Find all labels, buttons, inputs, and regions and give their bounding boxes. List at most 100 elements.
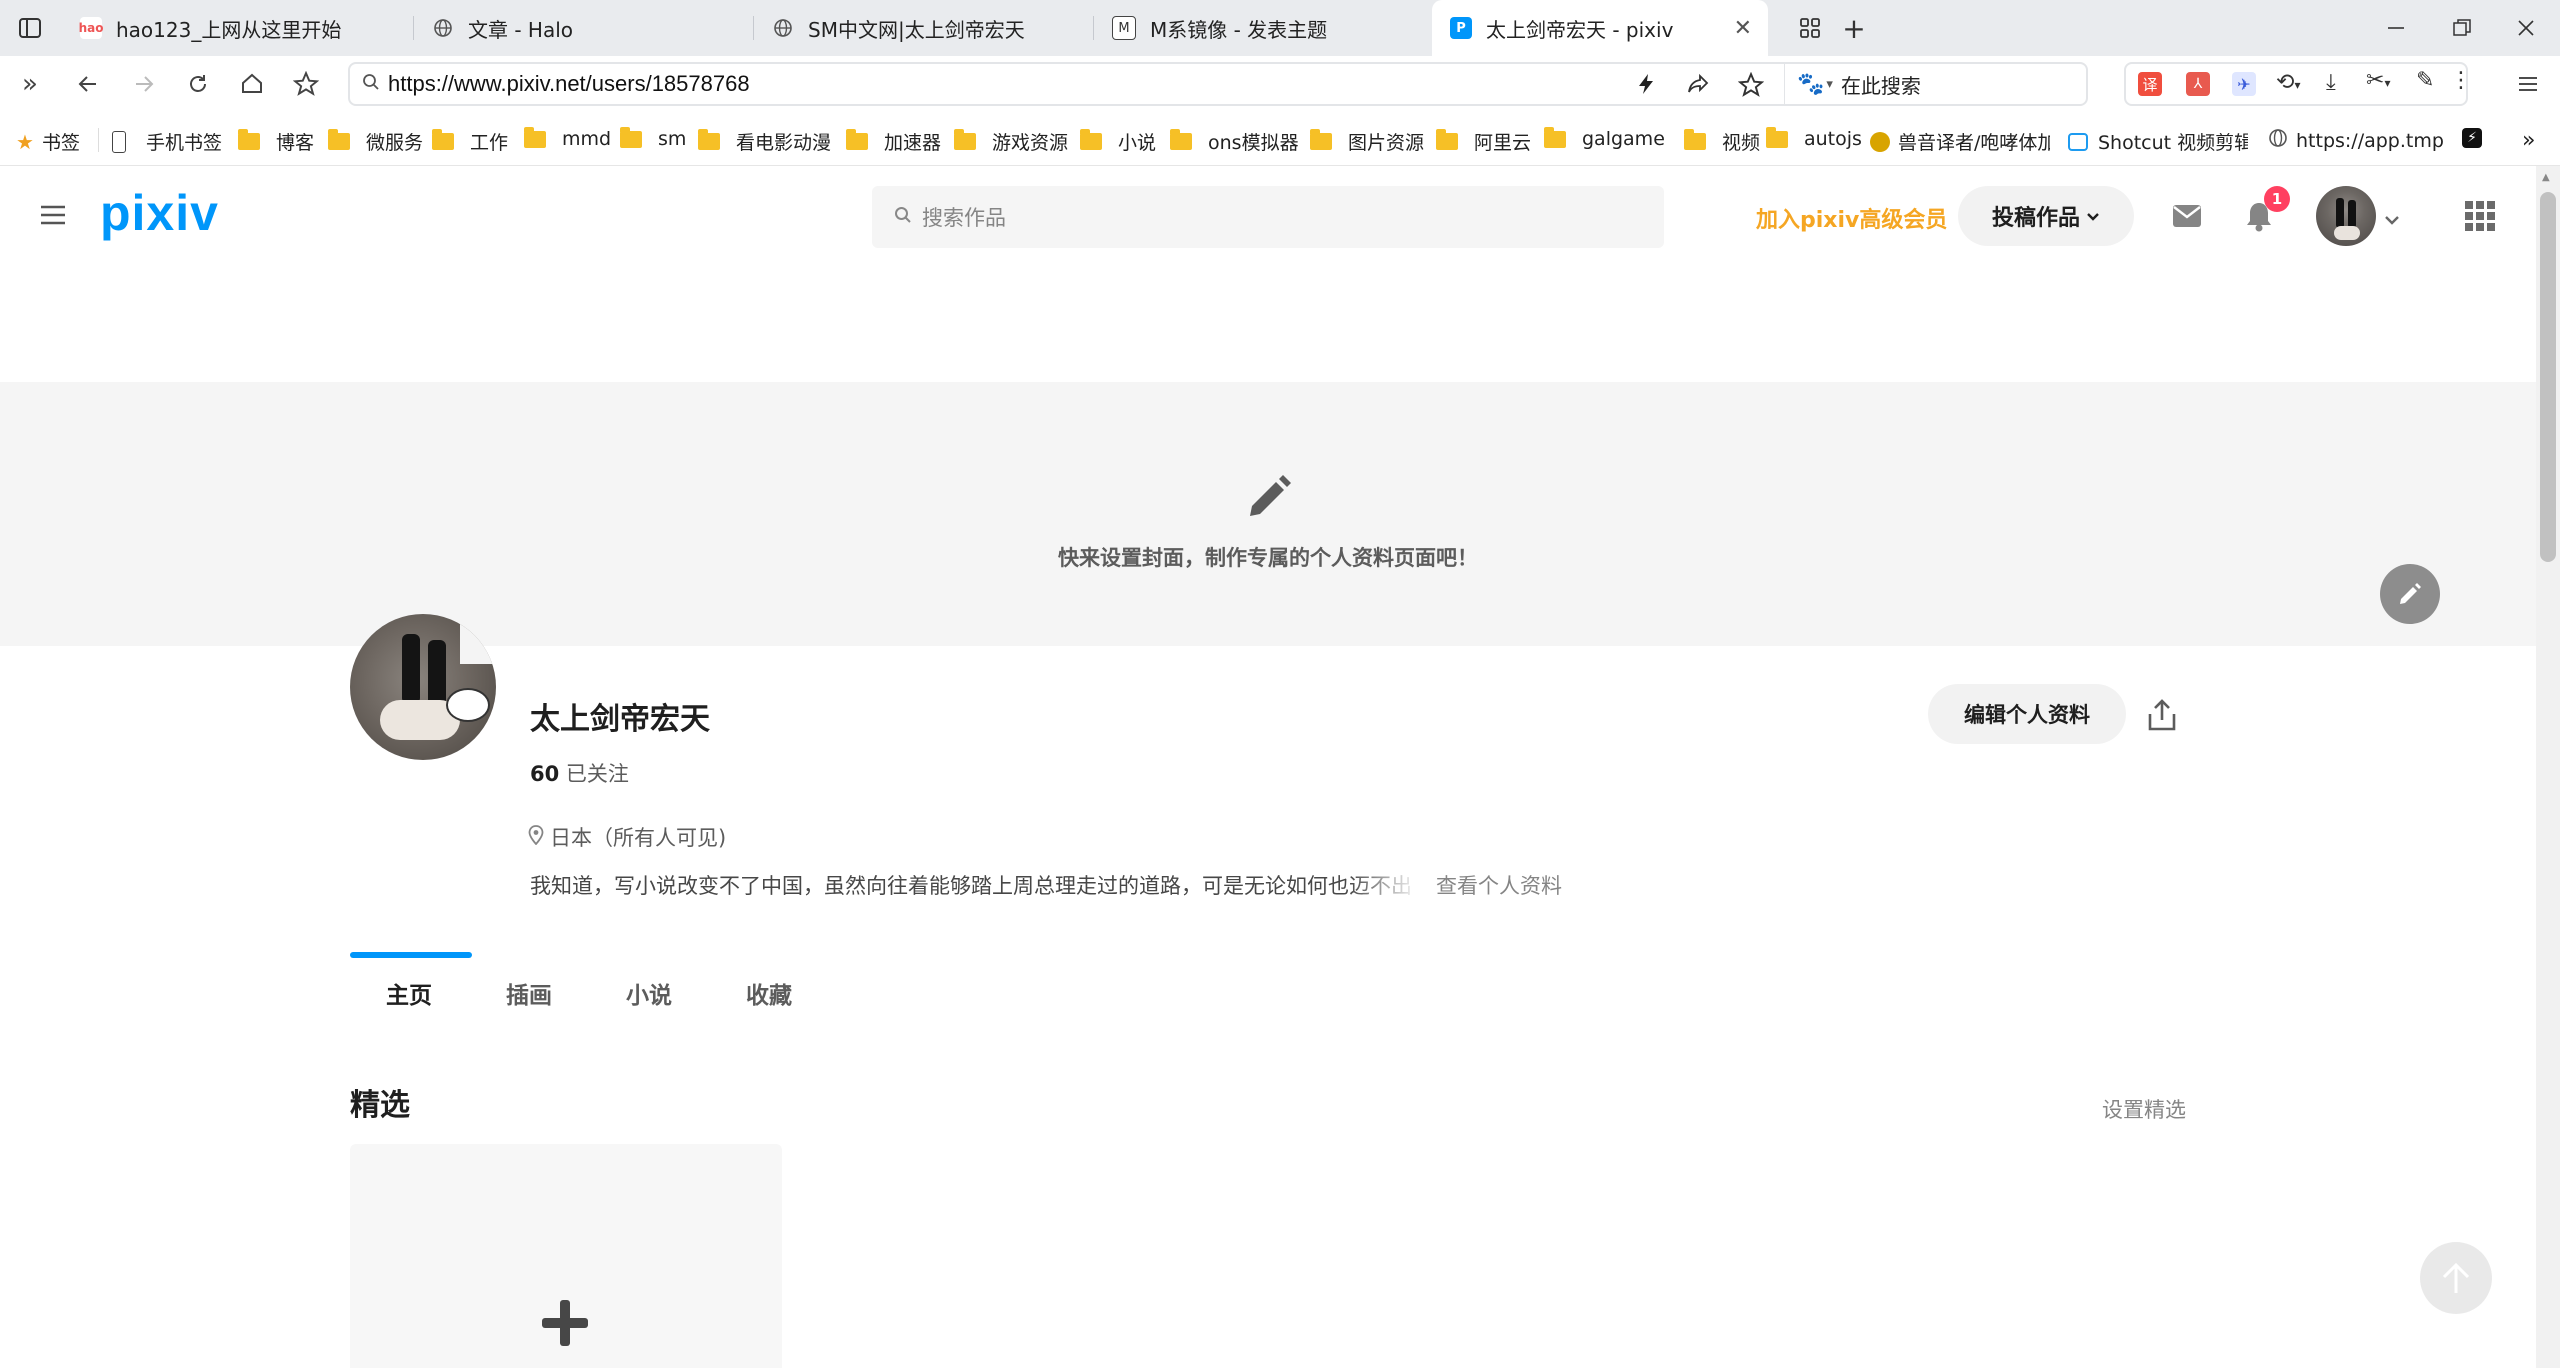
forward-icon[interactable] <box>126 66 162 102</box>
folder-icon <box>1080 129 1102 150</box>
user-avatar[interactable] <box>2316 186 2376 246</box>
bookmark-folder[interactable]: sm <box>620 126 686 150</box>
edit-cover-button[interactable] <box>2380 564 2440 624</box>
chevron-down-icon[interactable] <box>2384 210 2400 229</box>
bookmark-folder[interactable]: autojs <box>1766 126 1862 150</box>
browser-toolbar: » https://www.pixiv.net/users/18578768 🐾… <box>0 56 2560 114</box>
profile-cover[interactable]: 快来设置封面，制作专属的个人资料页面吧！ <box>0 382 2536 646</box>
folder-icon <box>846 129 868 150</box>
bookmark-folder[interactable]: mmd <box>524 126 611 150</box>
bookmark-folder[interactable]: galgame <box>1544 126 1665 150</box>
edit-profile-button[interactable]: 编辑个人资料 <box>1928 684 2126 744</box>
tab-title: 文章 - Halo <box>468 17 574 42</box>
browser-tab-strip: hao hao123_上网从这里开始 文章 - Halo SM中文网|太上剑帝宏… <box>0 0 2560 56</box>
bookmark-item[interactable]: Shotcut 视频剪辑 <box>2068 128 2248 155</box>
folder-icon <box>1310 129 1332 150</box>
scrollbar-thumb[interactable] <box>2540 192 2556 562</box>
bookmark-folder[interactable]: ons模拟器 <box>1170 128 1299 155</box>
bookmark-folder[interactable]: 微服务 <box>328 128 423 155</box>
mail-icon[interactable] <box>2172 204 2202 232</box>
location-pin-icon <box>528 824 544 850</box>
folder-icon <box>432 129 454 150</box>
bookmark-item[interactable]: 兽音译者/咆哮体加 <box>1870 128 2050 155</box>
profile-avatar[interactable] <box>350 614 496 760</box>
set-featured-link[interactable]: 设置精选 <box>2102 1094 2186 1124</box>
pixiv-search-input[interactable]: 搜索作品 <box>872 186 1664 248</box>
engine-search-box[interactable]: 🐾 ▾ 在此搜索 <box>1784 64 2085 104</box>
more-vertical-icon[interactable]: ⋮ <box>2450 68 2472 93</box>
scissors-icon[interactable]: ✂▾ <box>2366 68 2390 93</box>
close-window-icon[interactable] <box>2506 8 2546 48</box>
menu-icon[interactable] <box>2510 66 2546 102</box>
add-featured-card[interactable] <box>350 1144 782 1368</box>
bookmark-item[interactable]: https://app.tmp.l <box>2268 128 2444 153</box>
bookmark-folder[interactable]: 博客 <box>238 128 314 155</box>
tab-illustrations[interactable]: 插画 <box>506 976 552 1010</box>
download-icon[interactable]: ⤓ <box>2326 70 2336 95</box>
bookmark-folder[interactable]: 图片资源 <box>1310 128 1424 155</box>
arrow-up-icon <box>2442 1262 2470 1293</box>
hamburger-menu-icon[interactable] <box>40 204 66 230</box>
more-bookmarks-icon[interactable]: » <box>2522 128 2535 153</box>
bookmark-star-icon[interactable] <box>1737 71 1765 102</box>
plus-icon <box>540 1298 590 1352</box>
tab-groups-icon[interactable] <box>1790 8 1830 48</box>
pdf-icon[interactable]: ⅄ <box>2186 72 2210 96</box>
bookmark-folder[interactable]: 视频 <box>1684 128 1760 155</box>
following-stat[interactable]: 60 已关注 <box>530 758 629 788</box>
folder-icon <box>1436 129 1458 150</box>
globe-icon <box>2268 128 2288 153</box>
restore-icon[interactable] <box>2442 8 2482 48</box>
history-icon[interactable]: ⟲▾ <box>2276 70 2300 95</box>
premium-link[interactable]: 加入pixiv高级会员 <box>1756 202 1947 234</box>
close-tab-icon[interactable]: ✕ <box>1734 16 1752 41</box>
globe-icon <box>432 17 454 39</box>
cover-prompt: 快来设置封面，制作专属的个人资料页面吧！ <box>1058 546 1478 570</box>
home-icon[interactable] <box>234 66 270 102</box>
share-icon[interactable] <box>1686 72 1710 100</box>
browser-tab[interactable]: M M系镜像 - 发表主题 <box>1094 0 1432 56</box>
tab-bookmarks[interactable]: 收藏 <box>746 976 792 1010</box>
page-scrollbar[interactable]: ▲ <box>2536 166 2560 1368</box>
browser-tab-active[interactable]: P 太上剑帝宏天 - pixiv ✕ <box>1432 0 1768 56</box>
favorite-star-icon[interactable] <box>288 66 324 102</box>
submit-work-button[interactable]: 投稿作品 <box>1958 186 2134 246</box>
baidu-paw-icon: 🐾 <box>1797 71 1825 97</box>
translate-icon[interactable]: 译 <box>2138 72 2162 96</box>
tab-novels[interactable]: 小说 <box>626 976 672 1010</box>
tab-title: SM中文网|太上剑帝宏天 <box>808 17 1025 42</box>
folder-icon <box>1684 129 1706 150</box>
new-tab-icon[interactable]: + <box>1834 8 1874 48</box>
browser-tab[interactable]: SM中文网|太上剑帝宏天 <box>754 0 1094 56</box>
apps-grid-icon[interactable] <box>2464 200 2496 236</box>
bookmark-folder[interactable]: 工作 <box>432 128 508 155</box>
bookmark-item[interactable]: ★ 书签 <box>16 128 80 155</box>
browser-tab[interactable]: hao hao123_上网从这里开始 <box>62 0 414 56</box>
tab-home[interactable]: 主页 <box>386 976 432 1010</box>
sidebar-toggle-icon[interactable] <box>10 8 50 48</box>
address-bar[interactable]: https://www.pixiv.net/users/18578768 🐾 ▾… <box>348 62 2088 106</box>
bookmark-folder[interactable]: 小说 <box>1080 128 1156 155</box>
view-profile-link[interactable]: 查看个人资料 <box>1436 870 1562 900</box>
back-icon[interactable] <box>70 66 106 102</box>
folder-icon <box>524 126 546 148</box>
pen-icon[interactable]: ✎ <box>2416 68 2434 93</box>
hao123-icon: hao <box>79 17 103 39</box>
expand-icon[interactable]: » <box>12 66 48 102</box>
lightning-icon[interactable] <box>1634 72 1658 100</box>
bookmark-folder[interactable]: 游戏资源 <box>954 128 1068 155</box>
minimize-icon[interactable] <box>2376 8 2416 48</box>
bookmark-folder[interactable]: 阿里云 <box>1436 128 1531 155</box>
back-to-top-button[interactable] <box>2420 1242 2492 1314</box>
web-page: pixiv 搜索作品 加入pixiv高级会员 投稿作品 1 快来设置封面，制作专… <box>0 166 2536 1368</box>
bookmark-folder[interactable]: 加速器 <box>846 128 941 155</box>
bookmark-item[interactable]: 手机书签 <box>112 128 222 155</box>
search-placeholder: 搜索作品 <box>922 206 1006 230</box>
share-profile-icon[interactable] <box>2146 698 2178 736</box>
bookmark-item[interactable]: ⚡ <box>2462 128 2482 148</box>
pixiv-logo[interactable]: pixiv <box>100 184 219 242</box>
bird-extension-icon[interactable]: ✈ <box>2232 72 2256 96</box>
browser-tab[interactable]: 文章 - Halo <box>414 0 754 56</box>
reload-icon[interactable] <box>180 66 216 102</box>
bookmark-folder[interactable]: 看电影动漫 <box>698 128 831 155</box>
